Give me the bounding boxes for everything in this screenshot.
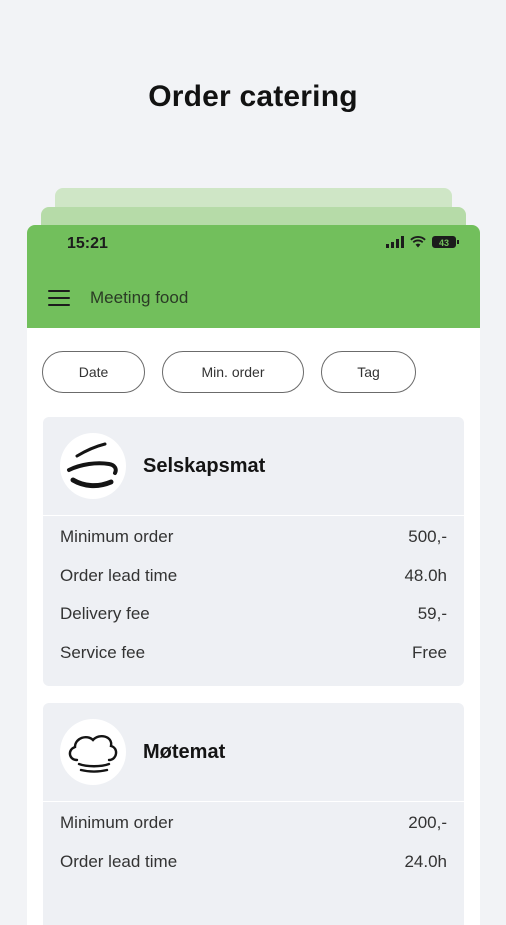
vendor-header: Selskapsmat (43, 417, 464, 516)
filter-chip-min-order[interactable]: Min. order (162, 351, 304, 393)
detail-label: Order lead time (60, 565, 178, 585)
detail-row-service-fee: Service fee Free (60, 643, 447, 682)
detail-label: Delivery fee (60, 604, 150, 623)
status-time: 15:21 (67, 235, 108, 252)
app-bar: 15:21 43 Meeting food (27, 225, 480, 328)
vendor-details: Minimum order 500,- Order lead time 48.0… (43, 516, 464, 686)
vendor-details: Minimum order 200,- Order lead time 24.0… (43, 802, 464, 890)
vendor-card[interactable]: Møtemat Minimum order 200,- Order lead t… (43, 703, 464, 925)
detail-label: Service fee (60, 642, 146, 662)
detail-row-minimum-order: Minimum order 500,- (60, 527, 447, 566)
detail-row-minimum-order: Minimum order 200,- (60, 813, 447, 852)
battery-icon: 43 (432, 236, 459, 248)
detail-row-delivery-fee: Delivery fee 59,- (60, 604, 447, 643)
app-bar-title: Meeting food (90, 288, 189, 307)
selskapsmat-logo-icon (67, 442, 118, 489)
detail-value: 48.0h (404, 565, 447, 585)
vendor-name: Møtemat (143, 740, 226, 763)
chef-hat-icon (68, 734, 118, 773)
detail-label: Minimum order (60, 527, 174, 546)
detail-label: Order lead time (60, 851, 178, 871)
phone-screen: 15:21 43 Meeting food Date Min. order Ta… (27, 225, 480, 925)
filter-chip-tag[interactable]: Tag (321, 351, 416, 393)
detail-value: Free (412, 642, 447, 662)
detail-row-order-lead-time: Order lead time 48.0h (60, 566, 447, 605)
filter-chips: Date Min. order Tag (42, 351, 416, 393)
detail-label: Minimum order (60, 813, 174, 832)
vendor-card[interactable]: Selskapsmat Minimum order 500,- Order le… (43, 417, 464, 686)
vendor-logo (60, 433, 126, 499)
wifi-icon (410, 236, 426, 248)
vendor-header: Møtemat (43, 703, 464, 802)
detail-value: 500,- (408, 527, 447, 546)
detail-value: 24.0h (404, 851, 447, 871)
page-title: Order catering (148, 80, 358, 113)
detail-value: 200,- (408, 813, 447, 832)
status-icons: 43 (386, 236, 459, 248)
vendor-logo (60, 719, 126, 785)
vendor-name: Selskapsmat (143, 454, 266, 477)
detail-row-order-lead-time: Order lead time 24.0h (60, 852, 447, 891)
detail-value: 59,- (417, 604, 447, 623)
filter-chip-date[interactable]: Date (42, 351, 145, 393)
signal-icon (386, 236, 404, 248)
menu-icon[interactable] (48, 290, 70, 306)
